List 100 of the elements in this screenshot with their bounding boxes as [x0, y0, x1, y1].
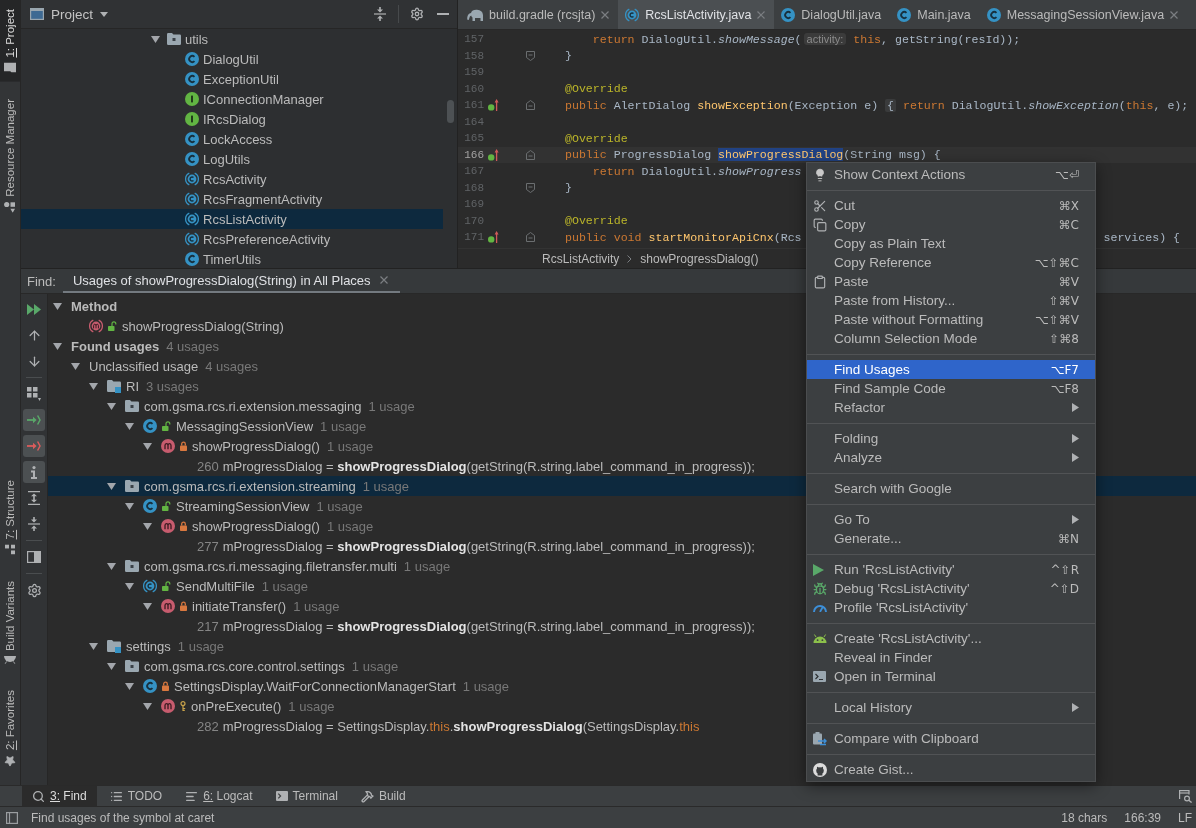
- disclosure-triangle-icon[interactable]: [52, 342, 62, 350]
- disclosure-triangle-icon[interactable]: [88, 642, 98, 650]
- menu-item[interactable]: Create Gist...: [807, 760, 1095, 779]
- status-item[interactable]: LF: [1178, 810, 1192, 825]
- menu-item[interactable]: Copy as Plain Text: [807, 234, 1095, 253]
- menu-item[interactable]: Find Usages ⌥F7: [807, 360, 1095, 379]
- tool-window-tab[interactable]: Terminal: [265, 786, 348, 806]
- disclosure-triangle-icon[interactable]: [70, 362, 80, 370]
- toolbar-button[interactable]: [23, 461, 45, 483]
- tree-item[interactable]: RcsFragmentActivity: [185, 191, 323, 207]
- toolbar-button[interactable]: [23, 409, 45, 431]
- collapse-all-button[interactable]: [372, 6, 388, 22]
- tool-window-tab[interactable]: Build: [350, 786, 416, 806]
- fold-marker-icon[interactable]: [525, 182, 535, 193]
- tree-item[interactable]: TimerUtils: [185, 251, 261, 267]
- disclosure-triangle-icon[interactable]: [142, 602, 152, 610]
- menu-item[interactable]: Show Context Actions ⌥⏎: [807, 165, 1095, 184]
- menu-item[interactable]: Folding: [807, 429, 1095, 448]
- tree-item[interactable]: RcsListActivity: [185, 211, 287, 227]
- menu-item[interactable]: Analyze: [807, 448, 1095, 467]
- disclosure-triangle-icon[interactable]: [106, 482, 116, 490]
- tree-item[interactable]: onPreExecute(): [161, 698, 282, 714]
- view-selector[interactable]: Project: [30, 6, 109, 22]
- menu-item[interactable]: Copy ⌘C: [807, 215, 1095, 234]
- tool-window-tab[interactable]: TODO: [99, 786, 173, 806]
- menu-item[interactable]: Search with Google: [807, 479, 1095, 498]
- tree-item[interactable]: SendMultiFile: [143, 578, 255, 594]
- tree-item[interactable]: MessagingSessionView: [143, 418, 314, 434]
- dot-up-arrow-icon[interactable]: [487, 99, 499, 112]
- fold-marker-icon[interactable]: [525, 232, 535, 243]
- tree-item[interactable]: settings: [107, 638, 171, 654]
- tree-item[interactable]: com.gsma.rcs.ri.extension.messaging: [125, 398, 362, 414]
- usage-line[interactable]: mProgressDialog = SettingsDisplay.this.showProgressDialog(SettingsDisplay.this: [222, 718, 700, 734]
- tree-item[interactable]: ExceptionUtil: [185, 71, 279, 87]
- disclosure-triangle-icon[interactable]: [142, 442, 152, 450]
- tree-item[interactable]: showProgressDialog(): [161, 438, 320, 454]
- menu-item[interactable]: Debug 'RcsListActivity' ^⇧D: [807, 579, 1095, 598]
- tree-item[interactable]: IRcsDialog: [185, 111, 266, 127]
- disclosure-triangle-icon[interactable]: [142, 522, 152, 530]
- tree-item[interactable]: DialogUtil: [185, 51, 259, 67]
- menu-item[interactable]: Local History: [807, 698, 1095, 717]
- editor-tab[interactable]: Main.java: [890, 0, 980, 29]
- menu-item[interactable]: Paste ⌘V: [807, 272, 1095, 291]
- tree-item[interactable]: com.gsma.rcs.core.control.settings: [125, 658, 345, 674]
- tool-window-tab[interactable]: 1: Project: [0, 0, 20, 82]
- tree-item[interactable]: utils: [167, 31, 209, 47]
- tool-window-tab[interactable]: Build Variants: [0, 571, 20, 673]
- tool-window-tab[interactable]: 7: Structure: [0, 471, 20, 564]
- menu-item[interactable]: Profile 'RcsListActivity': [807, 598, 1095, 617]
- disclosure-triangle-icon[interactable]: [124, 502, 134, 510]
- disclosure-triangle-icon[interactable]: [106, 402, 116, 410]
- editor-tab[interactable]: DialogUtil.java: [774, 0, 891, 29]
- results-tab[interactable]: Usages of showProgressDialog(String) in All Places: [62, 269, 400, 293]
- tree-item[interactable]: showProgressDialog(): [161, 518, 320, 534]
- menu-item[interactable]: Go To: [807, 510, 1095, 529]
- tool-window-tab[interactable]: Resource Manager: [0, 89, 20, 222]
- editor-tab[interactable]: RcsListActivity.java: [618, 0, 775, 29]
- disclosure-triangle-icon[interactable]: [150, 35, 160, 43]
- menu-item[interactable]: Cut ⌘X: [807, 196, 1095, 215]
- window-search-icon[interactable]: [1179, 789, 1192, 803]
- usage-line[interactable]: mProgressDialog = showProgressDialog(getString(R.string.label_command_in_progress));: [222, 618, 755, 634]
- tree-item[interactable]: Method: [71, 298, 118, 314]
- menu-item[interactable]: Column Selection Mode ⇧⌘8: [807, 329, 1095, 348]
- breadcrumb[interactable]: RcsListActivity: [542, 251, 620, 266]
- tree-item[interactable]: RI: [107, 378, 139, 394]
- menu-item[interactable]: Copy Reference ⌥⇧⌘C: [807, 253, 1095, 272]
- dot-up-arrow-icon[interactable]: [487, 231, 499, 244]
- menu-item[interactable]: Generate... ⌘N: [807, 529, 1095, 548]
- fold-marker-icon[interactable]: [525, 149, 535, 160]
- menu-item[interactable]: Find Sample Code ⌥F8: [807, 379, 1095, 398]
- status-item[interactable]: 166:39: [1124, 810, 1161, 825]
- tree-item[interactable]: RcsActivity: [185, 171, 267, 187]
- menu-item[interactable]: Create 'RcsListActivity'...: [807, 629, 1095, 648]
- fold-marker-icon[interactable]: [525, 100, 535, 111]
- tool-window-tab[interactable]: 2: Favorites: [0, 680, 20, 776]
- disclosure-triangle-icon[interactable]: [142, 702, 152, 710]
- tree-item[interactable]: SettingsDisplay.WaitForConnectionManagerStart: [143, 678, 456, 694]
- close-icon[interactable]: [601, 10, 610, 19]
- disclosure-triangle-icon[interactable]: [106, 562, 116, 570]
- menu-item[interactable]: Reveal in Finder: [807, 648, 1095, 667]
- tool-window-tab[interactable]: 6: Logcat: [175, 786, 263, 806]
- toolbar-button[interactable]: [23, 435, 45, 457]
- tree-item[interactable]: com.gsma.rcs.ri.messaging.filetransfer.multi: [125, 558, 397, 574]
- fold-marker-icon[interactable]: [525, 50, 535, 61]
- tree-item[interactable]: Unclassified usage: [89, 358, 199, 374]
- tree-item[interactable]: showProgressDialog(String): [89, 318, 284, 334]
- tree-item[interactable]: Found usages: [71, 338, 160, 354]
- square-outline-icon[interactable]: [6, 811, 18, 824]
- tree-item[interactable]: StreamingSessionView: [143, 498, 310, 514]
- tree-item[interactable]: LogUtils: [185, 151, 250, 167]
- usage-line[interactable]: mProgressDialog = showProgressDialog(getString(R.string.label_command_in_progress));: [222, 458, 755, 474]
- tree-item[interactable]: RcsPreferenceActivity: [185, 231, 331, 247]
- disclosure-triangle-icon[interactable]: [106, 662, 116, 670]
- menu-item[interactable]: Run 'RcsListActivity' ^⇧R: [807, 560, 1095, 579]
- menu-item[interactable]: Paste without Formatting ⌥⇧⌘V: [807, 310, 1095, 329]
- settings-button[interactable]: [409, 6, 425, 22]
- disclosure-triangle-icon[interactable]: [124, 422, 134, 430]
- breadcrumb[interactable]: showProgressDialog(): [640, 251, 759, 266]
- disclosure-triangle-icon[interactable]: [88, 382, 98, 390]
- tree-item[interactable]: com.gsma.rcs.ri.extension.streaming: [125, 478, 356, 494]
